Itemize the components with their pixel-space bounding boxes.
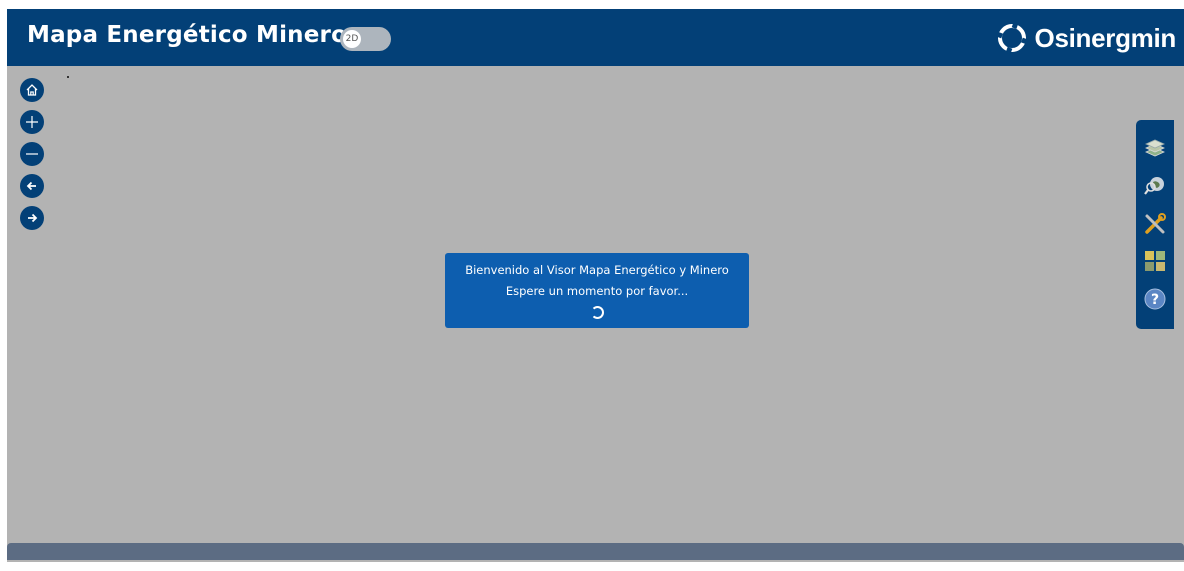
- wait-message: Espere un momento por favor...: [505, 284, 689, 298]
- loading-dialog: Bienvenido al Visor Mapa Energético y Mi…: [445, 253, 749, 328]
- minus-icon: [26, 153, 38, 155]
- arrow-left-icon: [26, 181, 36, 191]
- basemap-gallery-button[interactable]: [1142, 248, 1168, 274]
- layers-button[interactable]: [1142, 136, 1168, 162]
- home-icon: [26, 84, 38, 96]
- welcome-message: Bienvenido al Visor Mapa Energético y Mi…: [465, 263, 729, 277]
- forward-button[interactable]: [20, 206, 44, 230]
- zoom-out-button[interactable]: [20, 142, 44, 166]
- brand-name: Osinergmin: [1034, 22, 1177, 53]
- basemap-grid-icon: [1145, 251, 1165, 271]
- search-map-button[interactable]: [1142, 173, 1168, 199]
- map-marker-dot: [67, 76, 69, 78]
- app-title: Mapa Energético Minero: [27, 22, 348, 48]
- help-button[interactable]: ?: [1142, 286, 1168, 312]
- loading-spinner-icon: [591, 306, 604, 319]
- help-icon: ?: [1144, 288, 1166, 310]
- right-toolbar: ?: [1136, 120, 1174, 329]
- tools-icon: [1145, 213, 1166, 234]
- arrow-right-icon: [28, 213, 38, 223]
- svg-text:?: ?: [1151, 292, 1159, 308]
- app-frame: Mapa Energético Minero 2D Osinergmin ? B…: [7, 9, 1184, 562]
- status-footer-bar: [7, 543, 1184, 560]
- plus-icon: [26, 116, 38, 128]
- toggle-knob-label: 2D: [343, 30, 361, 48]
- brand-logo: Osinergmin: [995, 19, 1176, 57]
- app-header: Mapa Energético Minero 2D Osinergmin: [7, 9, 1184, 66]
- zoom-in-button[interactable]: [20, 110, 44, 134]
- 2d-3d-toggle[interactable]: 2D: [340, 27, 391, 51]
- tools-button[interactable]: [1142, 211, 1168, 237]
- osinergmin-logo-icon: [995, 21, 1028, 55]
- layers-icon: [1145, 139, 1165, 157]
- back-button[interactable]: [20, 174, 44, 198]
- home-button[interactable]: [20, 78, 44, 102]
- globe-search-icon: [1144, 177, 1164, 195]
